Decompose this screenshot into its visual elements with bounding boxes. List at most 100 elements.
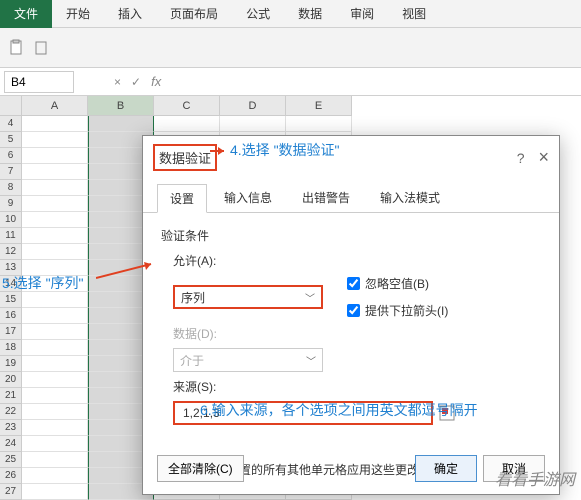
row-header[interactable]: 6 <box>0 148 22 164</box>
dialog-tabs: 设置 输入信息 出错警告 输入法模式 <box>143 179 559 213</box>
chevron-down-icon: ﹀ <box>305 290 315 305</box>
row-header[interactable]: 25 <box>0 452 22 468</box>
fx-icon[interactable]: fx <box>151 74 161 89</box>
help-icon[interactable]: ? <box>517 150 525 166</box>
row-header[interactable]: 14 <box>0 276 22 292</box>
tab-data[interactable]: 数据 <box>284 0 336 28</box>
row-header[interactable]: 16 <box>0 308 22 324</box>
row-header[interactable]: 12 <box>0 244 22 260</box>
data-validation-dialog: 数据验证 ? × 设置 输入信息 出错警告 输入法模式 验证条件 允许(A): … <box>142 135 560 495</box>
row-header[interactable]: 7 <box>0 164 22 180</box>
row-header[interactable]: 5 <box>0 132 22 148</box>
dialog-tab-ime[interactable]: 输入法模式 <box>367 183 453 212</box>
row-header[interactable]: 27 <box>0 484 22 500</box>
cell[interactable] <box>22 116 88 132</box>
col-header-a[interactable]: A <box>22 96 88 116</box>
validation-section-label: 验证条件 <box>161 227 541 244</box>
tab-insert[interactable]: 插入 <box>104 0 156 28</box>
row-header[interactable]: 23 <box>0 420 22 436</box>
dropdown-arrow-checkbox[interactable]: 提供下拉箭头(I) <box>347 302 448 319</box>
ignore-blank-label: 忽略空值(B) <box>365 275 429 292</box>
cell[interactable] <box>220 116 286 132</box>
source-input[interactable]: 1,2,1,3 <box>173 401 433 425</box>
col-header-b[interactable]: B <box>88 96 154 116</box>
cell[interactable] <box>22 324 88 340</box>
cell[interactable] <box>22 292 88 308</box>
tab-home[interactable]: 开始 <box>52 0 104 28</box>
row-header[interactable]: 18 <box>0 340 22 356</box>
clear-all-button[interactable]: 全部清除(C) <box>157 455 244 482</box>
cell[interactable] <box>22 244 88 260</box>
name-box[interactable] <box>4 71 74 93</box>
row-header[interactable]: 21 <box>0 388 22 404</box>
ignore-blank-checkbox[interactable]: 忽略空值(B) <box>347 275 448 292</box>
select-all-corner[interactable] <box>0 96 22 116</box>
cell[interactable] <box>22 436 88 452</box>
cell[interactable] <box>22 356 88 372</box>
row-header[interactable]: 17 <box>0 324 22 340</box>
col-header-e[interactable]: E <box>286 96 352 116</box>
cell[interactable] <box>22 372 88 388</box>
cell[interactable] <box>22 468 88 484</box>
cell[interactable] <box>22 340 88 356</box>
cell[interactable] <box>22 308 88 324</box>
dialog-tab-error[interactable]: 出错警告 <box>289 183 363 212</box>
cell[interactable] <box>22 180 88 196</box>
row-header[interactable]: 15 <box>0 292 22 308</box>
cell[interactable] <box>154 116 220 132</box>
row-header[interactable]: 10 <box>0 212 22 228</box>
cell[interactable] <box>22 276 88 292</box>
cell[interactable] <box>22 164 88 180</box>
row-header[interactable]: 8 <box>0 180 22 196</box>
fx-cancel-icon[interactable]: × <box>114 75 121 89</box>
dialog-titlebar: 数据验证 ? × <box>143 136 559 179</box>
tab-file[interactable]: 文件 <box>0 0 52 28</box>
allow-value: 序列 <box>181 289 205 306</box>
row-header[interactable]: 13 <box>0 260 22 276</box>
range-selector-icon[interactable] <box>439 405 455 421</box>
cell[interactable] <box>22 132 88 148</box>
row-header[interactable]: 11 <box>0 228 22 244</box>
cell[interactable] <box>22 388 88 404</box>
data-value: 介于 <box>180 352 204 369</box>
dialog-tab-input[interactable]: 输入信息 <box>211 183 285 212</box>
chevron-down-icon: ﹀ <box>306 353 316 368</box>
dialog-title: 数据验证 <box>153 144 217 171</box>
cell[interactable] <box>22 212 88 228</box>
cell[interactable] <box>22 196 88 212</box>
data-label: 数据(D): <box>173 325 541 342</box>
row-header[interactable]: 26 <box>0 468 22 484</box>
cell[interactable] <box>22 148 88 164</box>
row-header[interactable]: 20 <box>0 372 22 388</box>
tab-formula[interactable]: 公式 <box>232 0 284 28</box>
row-header[interactable]: 19 <box>0 356 22 372</box>
ignore-blank-input[interactable] <box>347 277 360 290</box>
ribbon-tabs: 文件 开始 插入 页面布局 公式 数据 审阅 视图 <box>0 0 581 28</box>
tab-layout[interactable]: 页面布局 <box>156 0 232 28</box>
cell[interactable] <box>22 420 88 436</box>
cell[interactable] <box>22 260 88 276</box>
col-header-c[interactable]: C <box>154 96 220 116</box>
tab-review[interactable]: 审阅 <box>336 0 388 28</box>
cell[interactable] <box>22 404 88 420</box>
cell[interactable] <box>88 116 154 132</box>
close-icon[interactable]: × <box>538 147 549 168</box>
fx-confirm-icon[interactable]: ✓ <box>131 75 141 89</box>
col-header-d[interactable]: D <box>220 96 286 116</box>
allow-label: 允许(A): <box>173 252 541 269</box>
cell[interactable] <box>22 484 88 500</box>
row-header[interactable]: 4 <box>0 116 22 132</box>
paste-icon[interactable] <box>8 39 26 57</box>
allow-select[interactable]: 序列 ﹀ <box>173 285 323 309</box>
row-header[interactable]: 9 <box>0 196 22 212</box>
cell[interactable] <box>22 452 88 468</box>
dropdown-arrow-input[interactable] <box>347 304 360 317</box>
ok-button[interactable]: 确定 <box>415 455 477 482</box>
row-header[interactable]: 24 <box>0 436 22 452</box>
row-header[interactable]: 22 <box>0 404 22 420</box>
cell[interactable] <box>286 116 352 132</box>
tab-view[interactable]: 视图 <box>388 0 440 28</box>
clipboard-icon[interactable] <box>32 39 50 57</box>
dialog-tab-settings[interactable]: 设置 <box>157 184 207 213</box>
cell[interactable] <box>22 228 88 244</box>
